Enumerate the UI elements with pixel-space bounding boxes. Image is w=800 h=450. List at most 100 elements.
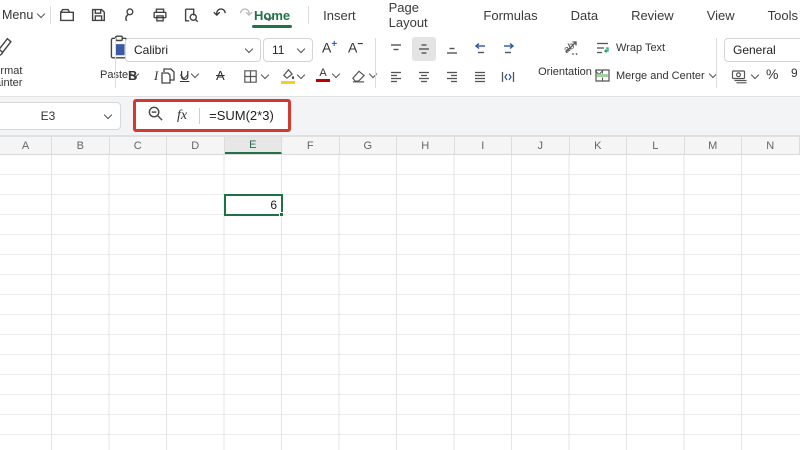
align-bottom-button[interactable] [440,37,464,61]
column-header-a[interactable]: A [0,137,52,154]
italic-button[interactable]: I [150,66,162,86]
format-painter-button[interactable]: Format Painter [0,34,36,89]
column-header-j[interactable]: J [512,137,570,154]
align-top-button[interactable] [384,37,408,61]
font-name-combo[interactable]: Calibri [125,38,261,62]
print-preview-icon[interactable] [182,6,200,24]
tab-formulas[interactable]: Formulas [481,2,539,29]
align-left-button[interactable] [384,65,408,89]
align-center-icon [416,69,432,85]
currency-format-button[interactable] [730,68,758,85]
fill-color-button[interactable] [276,66,308,86]
save-icon[interactable] [89,6,107,24]
open-folder-icon[interactable] [58,6,76,24]
active-cell-e3[interactable]: 6 [224,194,284,216]
chevron-down-icon [245,44,253,52]
menu-button[interactable]: Menu [0,0,44,30]
column-header-l[interactable]: L [627,137,685,154]
cell-reference: E3 [0,109,105,123]
merge-center-icon [594,68,611,83]
sheet-grid[interactable]: 6 [0,155,800,450]
currency-icon [730,68,749,85]
merge-and-center-label: Merge and Center [616,70,705,82]
align-center-button[interactable] [412,65,436,89]
strikethrough-label: A [216,68,225,83]
number-format-value: General [733,43,776,57]
decrease-font-size-button[interactable]: A− [348,39,363,56]
wrap-text-icon [594,40,611,56]
font-color-button[interactable]: A [312,66,343,84]
group-divider [716,38,717,88]
increase-font-size-button[interactable]: A+ [322,39,337,56]
text-direction-icon [500,69,516,85]
increase-indent-icon [500,41,517,57]
fill-color-bucket-icon [280,68,295,84]
fill-handle[interactable] [279,212,284,217]
column-header-d[interactable]: D [167,137,225,154]
number-format-combo[interactable]: General [724,38,800,62]
formula-bar: E3 fx =SUM(2*3) [0,97,800,136]
shrink-font-label: A [348,40,357,56]
tab-home[interactable]: Home [252,2,292,29]
column-header-h[interactable]: H [397,137,455,154]
top-bar: Menu [0,0,800,30]
percent-style-button[interactable]: % [766,66,778,82]
redo-icon[interactable]: ↷ [239,7,252,23]
tab-data[interactable]: Data [569,2,600,29]
merge-and-center-button[interactable]: Merge and Center [594,68,716,83]
tab-view[interactable]: View [705,2,737,29]
underline-label: U [180,68,189,83]
align-left-icon [388,69,404,85]
zoom-out-icon[interactable] [147,105,164,127]
menu-label: Menu [2,8,33,22]
tab-insert[interactable]: Insert [321,2,358,29]
tab-tools[interactable]: Tools [766,2,800,29]
font-color-icon: A [316,68,330,82]
column-header-n[interactable]: N [742,137,800,154]
format-painter-brush-icon [0,34,18,60]
column-header-e[interactable]: E [225,137,283,154]
italic-label: I [154,68,158,84]
quick-access-toolbar: ↶ ↷ [58,0,272,30]
align-middle-button[interactable] [412,37,436,61]
column-header-c[interactable]: C [110,137,168,154]
decimal-style-button[interactable]: 9 [791,66,798,80]
wrap-text-button[interactable]: Wrap Text [594,40,665,56]
print-icon[interactable] [151,6,169,24]
justify-button[interactable] [468,65,492,89]
format-painter-label: Format Painter [0,65,36,89]
column-header-i[interactable]: I [455,137,513,154]
grow-font-label: A [322,40,331,56]
underline-button[interactable]: U [176,66,202,85]
borders-button[interactable] [238,66,272,87]
chevron-down-icon [751,71,759,79]
column-header-m[interactable]: M [685,137,743,154]
name-box[interactable]: E3 [0,102,121,130]
decrease-indent-button[interactable] [468,37,492,61]
strikethrough-button[interactable]: A [212,66,229,85]
text-direction-button[interactable] [496,65,520,89]
align-middle-icon [416,41,432,57]
chevron-down-icon [261,71,269,79]
tab-review[interactable]: Review [629,2,676,29]
pin-icon[interactable] [120,6,138,24]
fill-color-swatch [281,81,295,84]
column-header-g[interactable]: G [340,137,398,154]
group-divider [375,38,376,88]
align-top-icon [388,41,404,57]
ribbon-tabs: Home Insert Page Layout Formulas Data Re… [252,0,800,30]
font-size-combo[interactable]: 11 [263,38,313,62]
chevron-down-icon [191,70,199,78]
orientation-label: Orientation [538,66,592,78]
column-header-f[interactable]: F [282,137,340,154]
bold-button[interactable]: B [124,66,141,85]
undo-icon[interactable]: ↶ [213,7,226,23]
insert-function-button[interactable]: fx [177,108,187,124]
column-header-k[interactable]: K [570,137,628,154]
align-right-button[interactable] [440,65,464,89]
font-color-letter: A [319,68,326,78]
column-header-b[interactable]: B [52,137,110,154]
chevron-down-icon [37,9,45,17]
increase-indent-button[interactable] [496,37,520,61]
formula-input[interactable]: =SUM(2*3) [209,108,274,123]
